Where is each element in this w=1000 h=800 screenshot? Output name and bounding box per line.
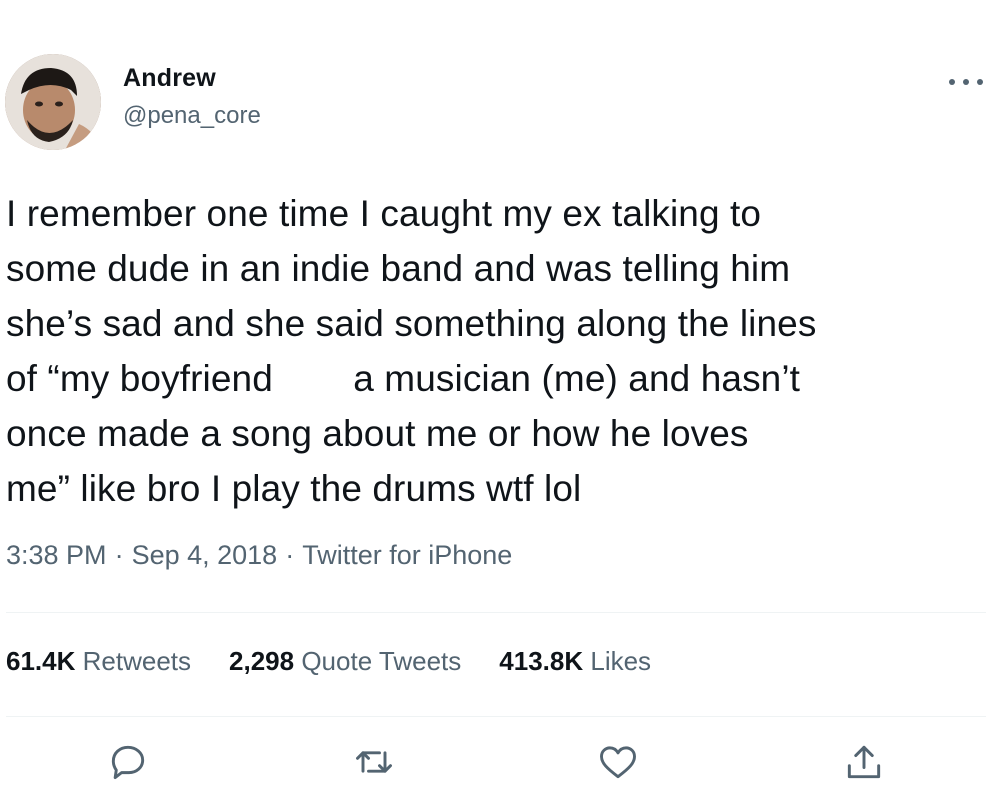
tweet-line-fragment: a musician (me) and hasn’t [353,358,801,399]
likes-label: Likes [590,646,652,676]
meta-separator: · [114,540,124,570]
share-icon[interactable] [842,740,886,784]
redaction-box [283,359,354,397]
quote-tweets-label: Quote Tweets [301,646,462,676]
quote-tweets-stat[interactable]: 2,298 Quote Tweets [229,646,461,677]
likes-count: 413.8K [499,646,584,676]
reply-icon[interactable] [106,740,150,784]
tweet-date[interactable]: Sep 4, 2018 [132,540,278,570]
avatar[interactable] [5,54,101,150]
more-dot [963,79,969,85]
retweet-icon[interactable] [352,740,396,784]
tweet-stats: 61.4K Retweets 2,298 Quote Tweets 413.8K… [6,646,689,677]
tweet-line: I remember one time I caught my ex talki… [6,193,762,234]
tweet-meta: 3:38 PM · Sep 4, 2018 · Twitter for iPhone [6,540,512,571]
tweet-source[interactable]: Twitter for iPhone [302,540,512,570]
tweet-line: me” like bro I play the drums wtf lol [6,468,582,509]
tweet-time[interactable]: 3:38 PM [6,540,107,570]
divider [6,716,986,717]
more-icon[interactable] [949,72,983,92]
author-name[interactable]: Andrew [123,64,216,93]
tweet-line-fragment: of “my boyfriend [6,358,284,399]
tweet-text: I remember one time I caught my ex talki… [6,186,991,516]
tweet-line: some dude in an indie band and was telli… [6,248,791,289]
quote-tweets-count: 2,298 [229,646,295,676]
action-bar [0,740,1000,790]
retweets-label: Retweets [82,646,192,676]
divider [6,612,986,613]
tweet-line: of “my boyfriend a musician (me) and has… [6,351,991,406]
tweet-line: she’s sad and she said something along t… [6,303,817,344]
more-dot [949,79,955,85]
more-dot [977,79,983,85]
tweet-header: Andrew @pena_core [5,54,995,154]
meta-separator: · [285,540,295,570]
tweet-line: once made a song about me or how he love… [6,413,749,454]
retweets-stat[interactable]: 61.4K Retweets [6,646,191,677]
heart-icon[interactable] [596,740,640,784]
retweets-count: 61.4K [6,646,76,676]
likes-stat[interactable]: 413.8K Likes [499,646,651,677]
author-handle[interactable]: @pena_core [123,102,261,130]
